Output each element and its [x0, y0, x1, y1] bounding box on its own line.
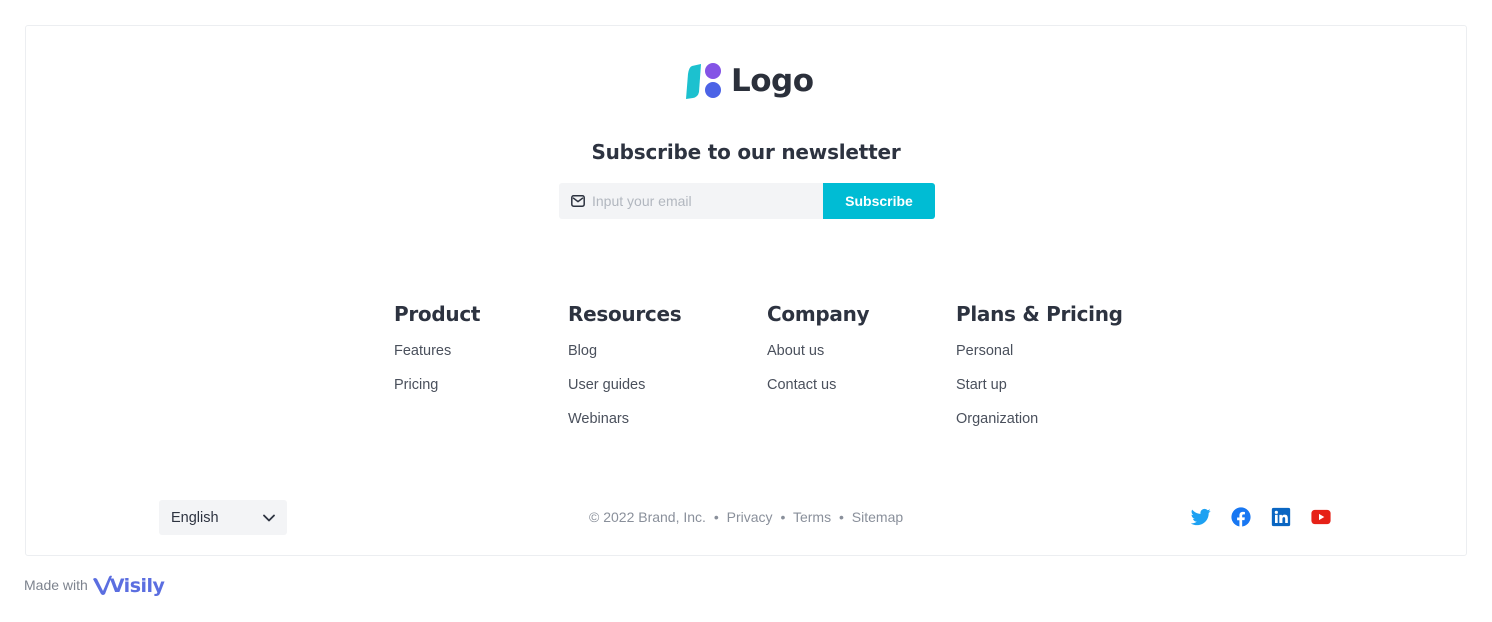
- facebook-icon: [1231, 507, 1251, 527]
- privacy-link[interactable]: Privacy: [727, 509, 773, 525]
- link-blog[interactable]: Blog: [568, 343, 597, 359]
- link-list: Features Pricing: [394, 342, 480, 410]
- terms-link[interactable]: Terms: [793, 509, 831, 525]
- link-list: Personal Start up Organization: [956, 342, 1123, 444]
- link-user-guides[interactable]: User guides: [568, 377, 645, 393]
- link-list: About us Contact us: [767, 342, 869, 410]
- list-item: Contact us: [767, 376, 869, 410]
- linkedin-link[interactable]: [1271, 507, 1291, 527]
- mail-icon: [571, 195, 585, 207]
- legal-links: © 2022 Brand, Inc. • Privacy • Terms • S…: [589, 509, 903, 525]
- email-field[interactable]: [559, 183, 823, 219]
- list-item: Personal: [956, 342, 1123, 376]
- list-item: About us: [767, 342, 869, 376]
- language-select[interactable]: English: [159, 500, 287, 535]
- chevron-down-icon: [263, 514, 275, 521]
- separator: •: [713, 509, 719, 525]
- list-item: Webinars: [568, 410, 681, 444]
- column-title: Plans & Pricing: [956, 302, 1123, 326]
- list-item: Blog: [568, 342, 681, 376]
- link-pricing[interactable]: Pricing: [394, 377, 438, 393]
- list-item: Organization: [956, 410, 1123, 444]
- column-title: Resources: [568, 302, 682, 326]
- newsletter-form: Subscribe: [559, 183, 935, 219]
- footer: Logo Subscribe to our newsletter Subscri…: [25, 25, 1467, 556]
- list-item: User guides: [568, 376, 681, 410]
- link-organization[interactable]: Organization: [956, 411, 1038, 427]
- youtube-icon: [1311, 509, 1331, 525]
- logo-mark-icon: [686, 63, 721, 99]
- link-personal[interactable]: Personal: [956, 343, 1013, 359]
- social-links: [1191, 507, 1331, 527]
- twitter-icon: [1191, 508, 1211, 526]
- list-item: Features: [394, 342, 480, 376]
- list-item: Pricing: [394, 376, 480, 410]
- column-resources: Resources Blog User guides Webinars: [568, 300, 682, 444]
- linkedin-icon: [1271, 507, 1291, 527]
- link-webinars[interactable]: Webinars: [568, 411, 629, 427]
- logo-text: Logo: [731, 62, 814, 99]
- visily-brand-text: Visily: [109, 575, 165, 597]
- column-title: Product: [394, 302, 481, 326]
- column-product: Product Features Pricing: [394, 300, 480, 410]
- copyright-text: © 2022 Brand, Inc.: [589, 509, 706, 525]
- link-list: Blog User guides Webinars: [568, 342, 681, 444]
- link-features[interactable]: Features: [394, 343, 451, 359]
- separator: •: [780, 509, 786, 525]
- language-selected: English: [171, 509, 219, 526]
- column-plans-pricing: Plans & Pricing Personal Start up Organi…: [956, 300, 1123, 444]
- visily-logo: Visily: [92, 574, 165, 596]
- list-item: Start up: [956, 376, 1123, 410]
- sitemap-link[interactable]: Sitemap: [852, 509, 903, 525]
- twitter-link[interactable]: [1191, 507, 1211, 527]
- brand-logo[interactable]: Logo: [685, 61, 814, 101]
- youtube-link[interactable]: [1311, 507, 1331, 527]
- link-contact-us[interactable]: Contact us: [767, 377, 836, 393]
- column-company: Company About us Contact us: [767, 300, 870, 410]
- subscribe-button[interactable]: Subscribe: [823, 183, 935, 219]
- footer-link-columns: Product Features Pricing Resources Blog …: [26, 300, 1466, 450]
- link-start-up[interactable]: Start up: [956, 377, 1007, 393]
- email-input[interactable]: [592, 193, 812, 209]
- newsletter-title: Subscribe to our newsletter: [591, 140, 901, 164]
- link-about-us[interactable]: About us: [767, 343, 824, 359]
- made-with-label: Made with: [24, 577, 88, 593]
- facebook-link[interactable]: [1231, 507, 1251, 527]
- separator: •: [839, 509, 844, 525]
- column-title: Company: [767, 302, 870, 326]
- made-with-badge[interactable]: Made with Visily: [24, 574, 165, 596]
